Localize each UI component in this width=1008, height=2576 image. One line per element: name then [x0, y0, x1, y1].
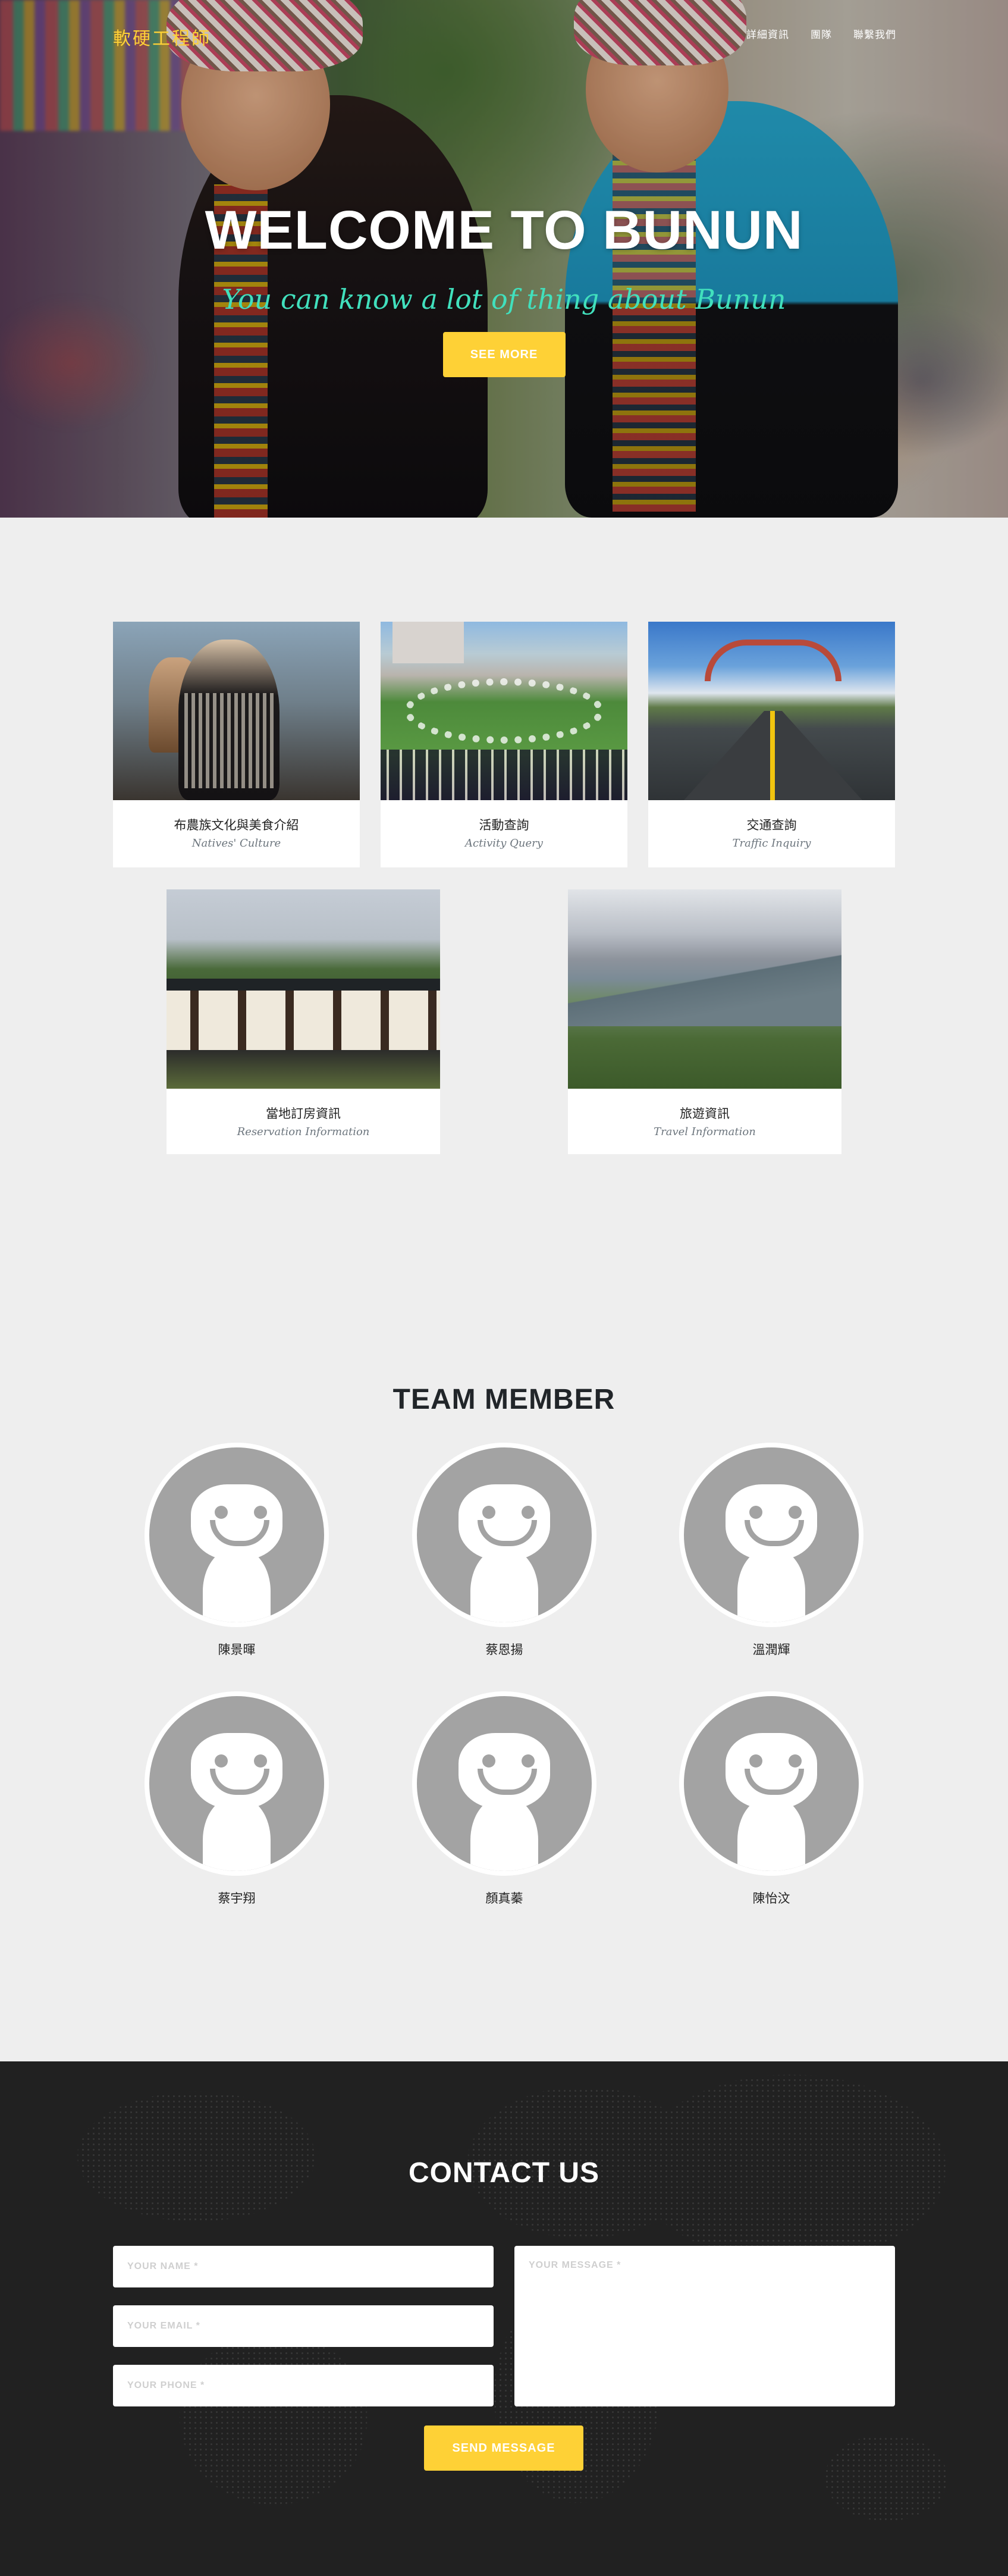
name-field[interactable] — [113, 2246, 494, 2287]
service-card-traffic[interactable]: 交通查詢 Traffic Inquiry — [648, 622, 895, 867]
member-name: 溫潤輝 — [752, 1643, 790, 1657]
culture-photo — [113, 622, 360, 800]
nav-link-team[interactable]: 團隊 — [811, 26, 832, 41]
hero-section: 軟硬工程師 詳細資訊 團隊 聯繫我們 WELCOME TO BUNUN You … — [0, 0, 1008, 518]
member-name: 顏真蓁 — [485, 1892, 523, 1906]
team-section: TEAM MEMBER 陳景暉 蔡恩揚 溫潤輝 蔡宇翔 顏真蓁 陳怡汶 — [0, 1324, 1008, 2061]
service-card-subtitle: Activity Query — [465, 837, 543, 850]
see-more-button[interactable]: SEE MORE — [442, 332, 566, 377]
activity-photo — [381, 622, 627, 800]
avatar-placeholder-icon — [679, 1443, 863, 1627]
reservation-photo — [167, 889, 440, 1089]
service-card-title: 交通查詢 — [746, 819, 797, 832]
contact-heading: CONTACT US — [408, 2157, 600, 2189]
team-member: 陳景暉 — [145, 1443, 329, 1658]
team-heading: TEAM MEMBER — [392, 1384, 616, 1415]
contact-section: CONTACT US SEND MESSAGE — [0, 2061, 1008, 2576]
hero-subtitle: You can know a lot of thing about Bunun — [222, 283, 786, 315]
member-name: 蔡宇翔 — [218, 1892, 256, 1906]
hero-text: WELCOME TO BUNUN You can know a lot of t… — [0, 199, 1008, 377]
team-member: 蔡宇翔 — [145, 1691, 329, 1907]
member-name: 蔡恩揚 — [485, 1643, 523, 1657]
nav-link-contact[interactable]: 聯繫我們 — [853, 26, 896, 41]
avatar-placeholder-icon — [145, 1691, 329, 1876]
hero-title: WELCOME TO BUNUN — [205, 200, 803, 261]
phone-field[interactable] — [113, 2365, 494, 2406]
service-card-subtitle: Reservation Information — [237, 1126, 370, 1138]
member-name: 陳景暉 — [218, 1643, 256, 1657]
member-name: 陳怡汶 — [752, 1892, 790, 1906]
navbar: 軟硬工程師 詳細資訊 團隊 聯繫我們 — [0, 0, 1008, 68]
nav-links: 詳細資訊 團隊 聯繫我們 — [746, 26, 896, 41]
service-card-reservation[interactable]: 當地訂房資訊 Reservation Information — [167, 889, 440, 1154]
service-card-activity[interactable]: 活動查詢 Activity Query — [381, 622, 627, 867]
service-card-subtitle: Travel Information — [654, 1126, 756, 1138]
travel-photo — [568, 889, 841, 1089]
service-card-title: 當地訂房資訊 — [266, 1107, 341, 1121]
brand-logo[interactable]: 軟硬工程師 — [113, 24, 211, 50]
send-message-button[interactable]: SEND MESSAGE — [424, 2425, 583, 2471]
team-member: 陳怡汶 — [679, 1691, 863, 1907]
service-card-title: 旅遊資訊 — [680, 1107, 730, 1121]
message-field[interactable] — [514, 2246, 895, 2406]
service-card-subtitle: Traffic Inquiry — [732, 837, 811, 850]
nav-link-details[interactable]: 詳細資訊 — [746, 26, 789, 41]
team-member: 溫潤輝 — [679, 1443, 863, 1658]
avatar-placeholder-icon — [679, 1691, 863, 1876]
traffic-photo — [648, 622, 895, 800]
service-card-travel[interactable]: 旅遊資訊 Travel Information — [568, 889, 841, 1154]
service-card-subtitle: Natives' Culture — [191, 837, 281, 850]
avatar-placeholder-icon — [412, 1443, 596, 1627]
team-member: 蔡恩揚 — [412, 1443, 596, 1658]
avatar-placeholder-icon — [412, 1691, 596, 1876]
service-card-title: 布農族文化與美食介紹 — [174, 819, 299, 832]
services-section: 布農族文化與美食介紹 Natives' Culture 活動查詢 Activit… — [0, 518, 1008, 1324]
team-member: 顏真蓁 — [412, 1691, 596, 1907]
email-field[interactable] — [113, 2305, 494, 2347]
avatar-placeholder-icon — [145, 1443, 329, 1627]
service-card-culture[interactable]: 布農族文化與美食介紹 Natives' Culture — [113, 622, 360, 867]
service-card-title: 活動查詢 — [479, 819, 529, 832]
